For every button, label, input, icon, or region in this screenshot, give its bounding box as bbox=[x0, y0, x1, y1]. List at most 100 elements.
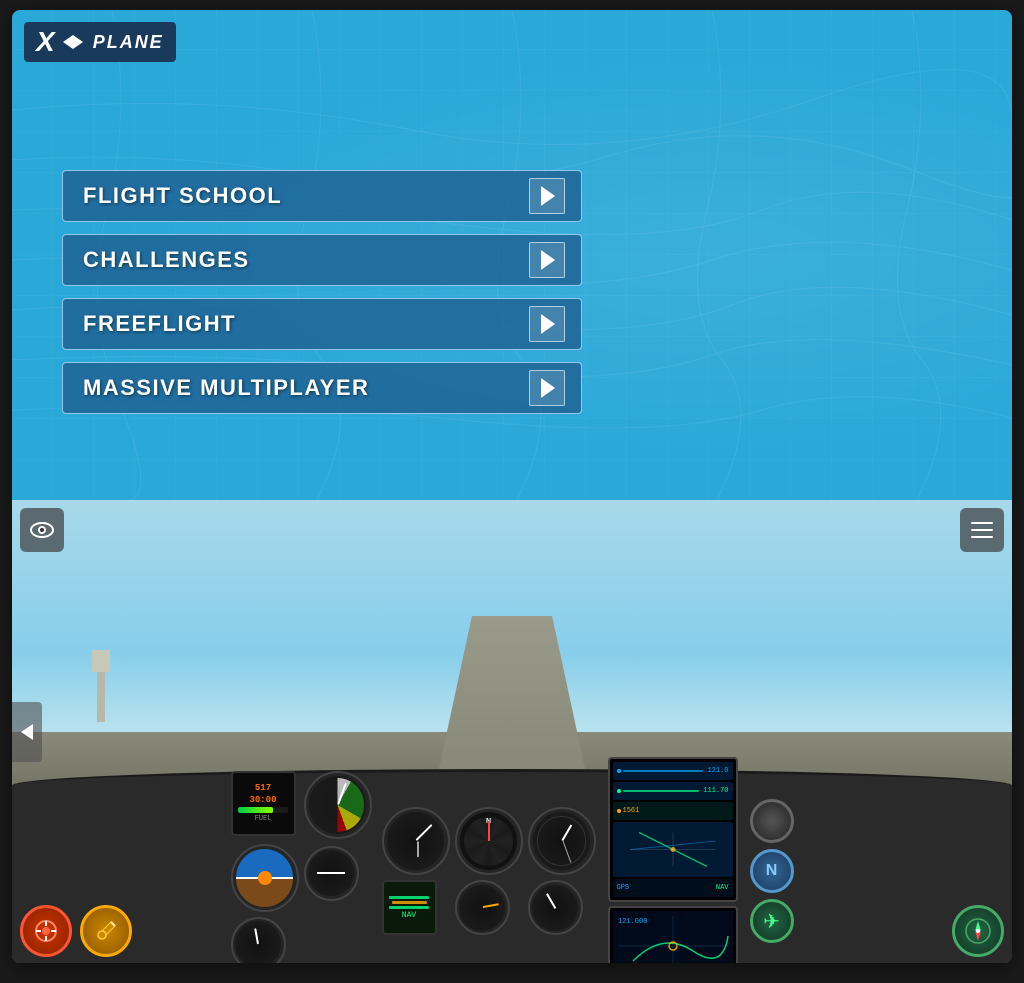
far-right-controls: N ✈ bbox=[750, 799, 794, 943]
chevron-right-icon-3 bbox=[541, 314, 555, 334]
compass-n: N bbox=[766, 862, 778, 880]
chevron-right-icon bbox=[541, 186, 555, 206]
adf-inner bbox=[459, 885, 505, 931]
chevron-left-icon bbox=[21, 724, 33, 740]
instrument-group-center: N N bbox=[382, 807, 596, 935]
settings-button[interactable] bbox=[80, 905, 132, 957]
back-arrow-button[interactable] bbox=[12, 702, 42, 762]
heading-indicator: N bbox=[455, 807, 523, 875]
nav-knob-1[interactable] bbox=[750, 799, 794, 843]
gps-dot-1 bbox=[617, 769, 621, 773]
visibility-button[interactable] bbox=[20, 508, 64, 552]
ham-line-3 bbox=[971, 536, 993, 538]
turn-coordinator bbox=[304, 846, 359, 901]
multiplayer-arrow bbox=[529, 370, 565, 406]
rpm-needle bbox=[546, 893, 556, 908]
gps-line-1 bbox=[623, 770, 704, 772]
gps-alt: 1561 bbox=[623, 807, 640, 815]
autopilot-button[interactable] bbox=[20, 905, 72, 957]
engine-bar-1 bbox=[238, 807, 288, 813]
app-container: X PLANE FLIGHT SCHOOL CHALLENGES bbox=[12, 10, 1012, 963]
logo-plane-text: PLANE bbox=[93, 32, 164, 53]
vs-inner bbox=[235, 921, 281, 963]
multiplayer-button[interactable]: MASSIVE MULTIPLAYER bbox=[62, 362, 582, 414]
adf-needle bbox=[483, 903, 499, 908]
nav-knob-2[interactable]: N bbox=[750, 849, 794, 893]
asi-inner bbox=[309, 776, 367, 834]
gps-map-area bbox=[613, 822, 733, 877]
gps-label-1: GPS bbox=[617, 884, 630, 892]
compass-icon: ✈ bbox=[763, 909, 780, 934]
altimeter bbox=[382, 807, 450, 875]
fuel-label: FUEL bbox=[255, 815, 272, 823]
logo-x-letter: X bbox=[36, 28, 55, 56]
gps-map-svg bbox=[615, 824, 731, 875]
ham-line-1 bbox=[971, 522, 993, 524]
clock-inner bbox=[533, 812, 591, 870]
eye-icon bbox=[30, 521, 54, 539]
ati-center bbox=[258, 871, 272, 885]
alt-needle-2 bbox=[417, 841, 419, 857]
chevron-right-icon-4 bbox=[541, 378, 555, 398]
app-logo: X PLANE bbox=[24, 22, 176, 62]
vertical-speed bbox=[231, 917, 286, 963]
bottom-toolbar bbox=[20, 905, 132, 957]
tc-bar bbox=[317, 872, 345, 874]
gps-freq-1: 121.0 bbox=[707, 767, 728, 775]
nav-line-2 bbox=[392, 901, 427, 904]
alt-inner bbox=[387, 812, 445, 870]
vs-needle bbox=[254, 928, 259, 944]
wrench-icon bbox=[93, 918, 119, 944]
adf-indicator bbox=[455, 880, 510, 935]
logo-wings-icon bbox=[63, 35, 83, 49]
gps-svg-2: 121.000 GPS bbox=[613, 911, 733, 963]
right-panel: 121.0 111.70 1561 bbox=[608, 757, 738, 963]
tower-top bbox=[92, 650, 110, 672]
clock-face bbox=[537, 816, 587, 866]
attitude-indicator bbox=[231, 844, 299, 912]
gps-dot-2 bbox=[617, 789, 621, 793]
gps-display-2: 121.000 GPS bbox=[608, 906, 738, 963]
gps-display: 121.0 111.70 1561 bbox=[608, 757, 738, 902]
freeflight-arrow bbox=[529, 306, 565, 342]
flight-school-button[interactable]: FLIGHT SCHOOL bbox=[62, 170, 582, 222]
multiplayer-label: MASSIVE MULTIPLAYER bbox=[83, 375, 369, 401]
freeflight-label: FREEFLIGHT bbox=[83, 311, 236, 337]
main-menu: FLIGHT SCHOOL CHALLENGES FREEFLIGHT MASS… bbox=[62, 170, 582, 414]
fuel-display: 517 30:00 FUEL bbox=[231, 771, 296, 836]
svg-text:121.000: 121.000 bbox=[618, 918, 647, 926]
flight-school-label: FLIGHT SCHOOL bbox=[83, 183, 282, 209]
nav-line-1 bbox=[389, 896, 429, 899]
nav-knob-3[interactable]: ✈ bbox=[750, 899, 794, 943]
flight-school-arrow bbox=[529, 178, 565, 214]
gps-row-2: 111.70 bbox=[613, 782, 733, 800]
ati-inner bbox=[236, 849, 294, 907]
compass-button[interactable] bbox=[952, 905, 1004, 957]
fuel-value-1: 517 bbox=[255, 783, 271, 793]
cockpit-panel: 517 30:00 FUEL bbox=[12, 500, 1012, 963]
menu-panel: X PLANE FLIGHT SCHOOL CHALLENGES bbox=[12, 10, 1012, 500]
chevron-right-icon-2 bbox=[541, 250, 555, 270]
tower-body bbox=[97, 672, 105, 722]
challenges-label: CHALLENGES bbox=[83, 247, 250, 273]
gps-dot-3 bbox=[617, 809, 621, 813]
hi-inner: N bbox=[460, 812, 518, 870]
clock bbox=[528, 807, 596, 875]
airspeed-indicator bbox=[304, 771, 372, 839]
gps-row-3: 1561 bbox=[613, 802, 733, 820]
freeflight-button[interactable]: FREEFLIGHT bbox=[62, 298, 582, 350]
instrument-group-left: 517 30:00 FUEL bbox=[231, 771, 372, 963]
bottom-right-toolbar bbox=[952, 905, 1004, 957]
nav-line-3 bbox=[389, 906, 429, 909]
engine-fill-1 bbox=[238, 807, 273, 813]
cockpit-menu-button[interactable] bbox=[960, 508, 1004, 552]
challenges-button[interactable]: CHALLENGES bbox=[62, 234, 582, 286]
gps-row-4: GPS NAV bbox=[613, 879, 733, 897]
gps-freq-2: 111.70 bbox=[703, 787, 728, 795]
control-tower bbox=[92, 650, 110, 722]
autopilot-icon bbox=[33, 918, 59, 944]
fuel-value-2: 30:00 bbox=[249, 795, 276, 805]
nav-text-1: NAV bbox=[402, 911, 416, 920]
ham-line-2 bbox=[971, 529, 993, 531]
gps-line-2 bbox=[623, 790, 700, 792]
